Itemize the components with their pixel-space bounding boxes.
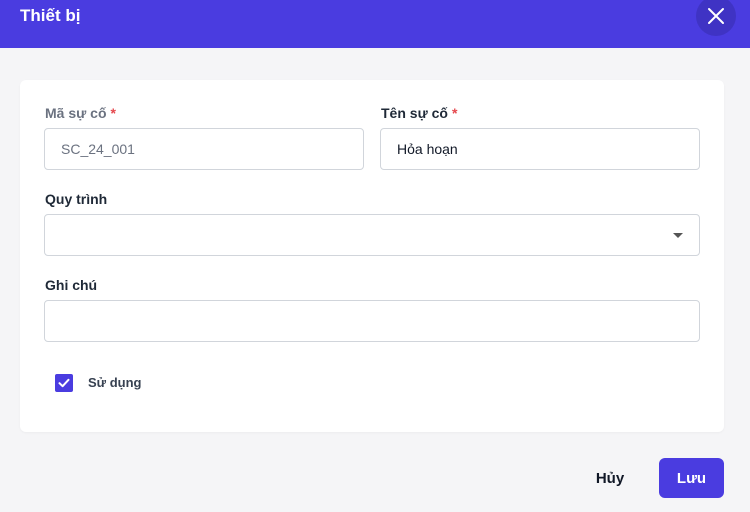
in-use-checkbox[interactable]	[55, 374, 73, 392]
form-card: Mã sự cố * SC_24_001 Tên sự cố * Hỏa hoạn …	[20, 80, 724, 432]
name-label-text: Tên sự cố	[381, 105, 448, 121]
save-button[interactable]: Lưu	[659, 458, 724, 498]
check-icon	[58, 378, 70, 388]
chevron-down-icon	[673, 233, 683, 238]
cancel-button[interactable]: Hủy	[584, 458, 636, 498]
close-icon	[708, 8, 724, 24]
process-field-label: Quy trình	[45, 191, 108, 207]
name-input[interactable]: Hỏa hoạn	[380, 128, 700, 170]
note-input[interactable]	[44, 300, 700, 342]
code-label-text: Mã sự cố	[45, 105, 107, 121]
in-use-label: Sử dụng	[88, 375, 142, 390]
dialog-title: Thiết bị	[20, 6, 81, 25]
code-input[interactable]: SC_24_001	[44, 128, 364, 170]
note-field-label: Ghi chú	[45, 277, 98, 293]
name-field-label: Tên sự cố *	[381, 105, 457, 121]
code-field-label: Mã sự cố *	[45, 105, 116, 121]
dialog-header: Thiết bị	[0, 0, 750, 48]
close-button[interactable]	[696, 0, 736, 36]
required-mark: *	[451, 105, 458, 121]
process-select[interactable]	[44, 214, 700, 256]
required-mark: *	[110, 105, 116, 121]
